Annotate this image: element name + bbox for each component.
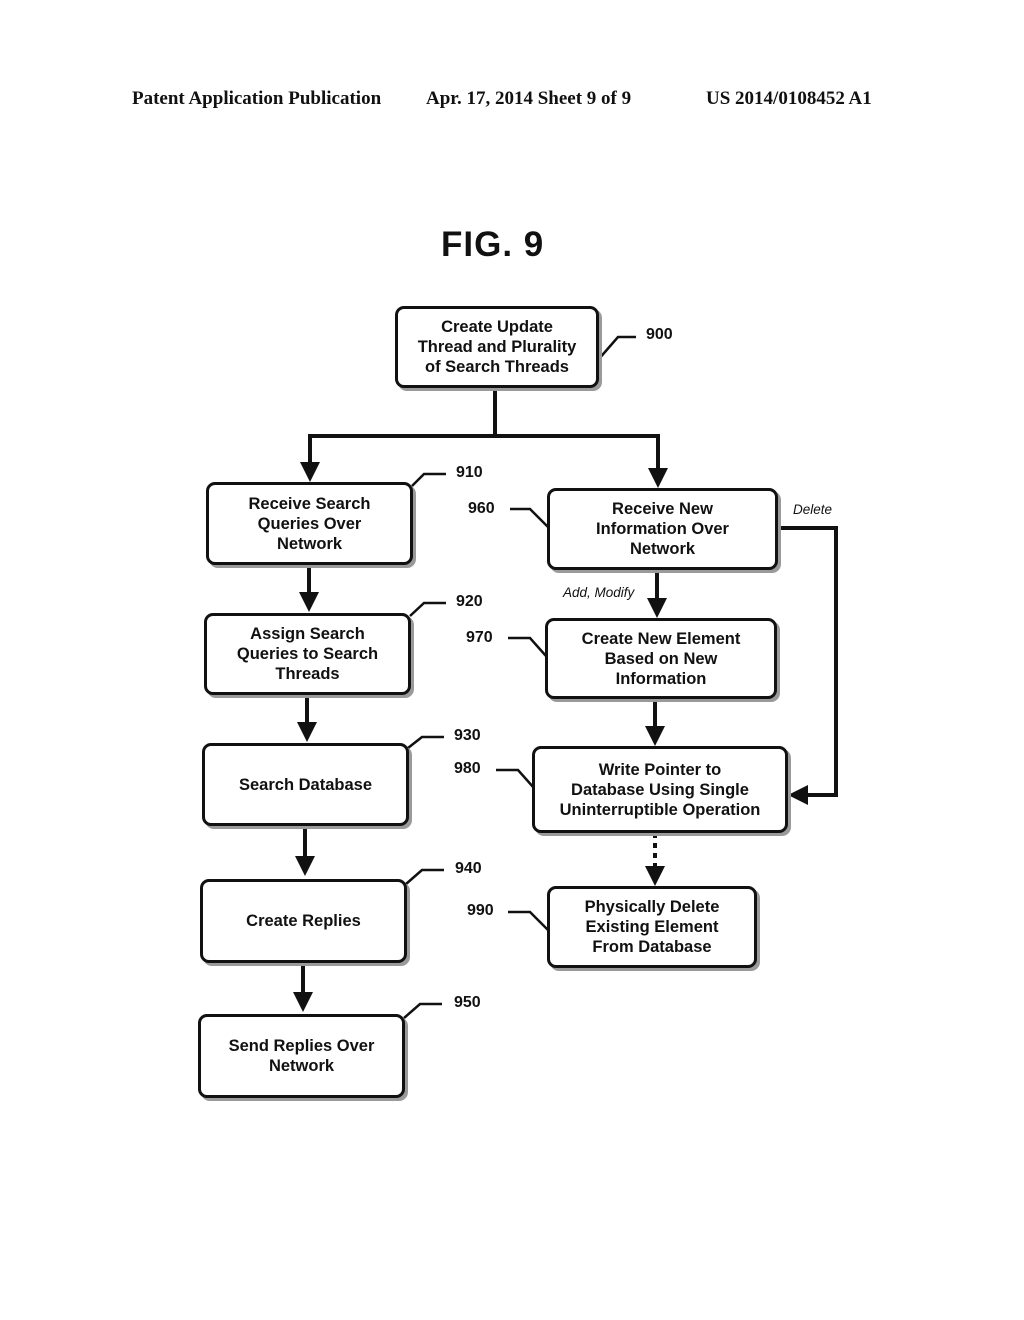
ref-940: 940	[455, 860, 482, 877]
step-930-box: Search Database	[202, 743, 409, 826]
leader-990	[508, 910, 549, 931]
leader-900	[597, 335, 636, 361]
edge-label-add-modify: Add, Modify	[563, 585, 635, 600]
arrowhead-to-940	[295, 856, 315, 876]
step-980-box: Write Pointer to Database Using Single U…	[532, 746, 788, 833]
arrowhead-to-970	[647, 598, 667, 618]
ref-970: 970	[466, 629, 493, 646]
step-970-box: Create New Element Based on New Informat…	[545, 618, 777, 699]
leader-960	[510, 507, 549, 528]
leader-970	[508, 636, 547, 657]
flowchart-connectors	[293, 335, 838, 1019]
arrowhead-to-930	[297, 722, 317, 742]
step-920-box: Assign Search Queries to Search Threads	[204, 613, 411, 695]
leader-940	[405, 868, 444, 885]
step-960-box: Receive New Information Over Network	[547, 488, 778, 570]
leader-930	[407, 735, 444, 749]
ref-900: 900	[646, 326, 673, 343]
ref-980: 980	[454, 760, 481, 777]
arrowhead-to-950	[293, 992, 313, 1012]
arrowhead-to-990	[645, 866, 665, 886]
step-940-box: Create Replies	[200, 879, 407, 963]
leader-950	[403, 1002, 442, 1019]
ref-920: 920	[456, 593, 483, 610]
arrowhead-to-960	[648, 468, 668, 488]
arrowhead-to-910	[300, 462, 320, 482]
step-950-box: Send Replies Over Network	[198, 1014, 405, 1098]
step-900-box: Create Update Thread and Plurality of Se…	[395, 306, 599, 388]
ref-960: 960	[468, 500, 495, 517]
leader-910	[411, 472, 446, 487]
arrowhead-to-920	[299, 592, 319, 612]
ref-930: 930	[454, 727, 481, 744]
leader-980	[496, 768, 535, 789]
ref-910: 910	[456, 464, 483, 481]
ref-990: 990	[467, 902, 494, 919]
arrowhead-to-980	[645, 726, 665, 746]
step-910-box: Receive Search Queries Over Network	[206, 482, 413, 565]
ref-950: 950	[454, 994, 481, 1011]
arrowhead-delete-to-980	[788, 785, 808, 805]
leader-920	[409, 601, 446, 617]
edge-label-delete: Delete	[793, 502, 833, 517]
step-990-box: Physically Delete Existing Element From …	[547, 886, 757, 968]
